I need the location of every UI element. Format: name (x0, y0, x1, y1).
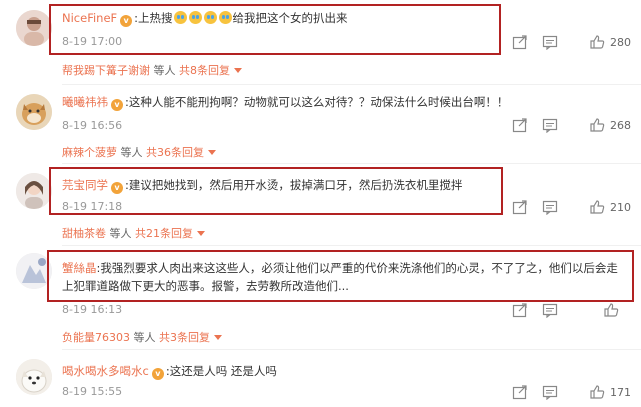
avatar[interactable] (16, 253, 52, 289)
share-icon (512, 118, 527, 133)
reply-username[interactable]: 甜柚茶卷 (62, 227, 106, 240)
share-icon (512, 385, 527, 400)
share-button[interactable] (512, 199, 528, 215)
comment-body: 建议把她找到，然后用开水烫，拔掉满口牙，然后扔洗衣机里搅拌 (128, 178, 463, 192)
divider (62, 349, 641, 350)
timestamp: 8-19 16:56 (62, 119, 123, 132)
crying-emoji-icon (188, 11, 202, 24)
comment-button[interactable] (542, 302, 558, 318)
username[interactable]: 喝水喝水多喝水c (62, 364, 149, 378)
avatar[interactable] (16, 173, 52, 209)
comment-icon (542, 118, 558, 133)
comment-text: 蟹絲晶:我强烈要求人肉出来这这些人，必须让他们以严重的代价来洗涤他们的心灵，不了… (62, 261, 618, 293)
reply-count[interactable]: 共36条回复 (146, 146, 204, 159)
like-button[interactable]: 268 (589, 117, 631, 133)
reply-username[interactable]: 麻辣个菠萝 (62, 146, 117, 159)
share-icon (512, 200, 527, 215)
verified-badge-icon: v (111, 99, 123, 111)
timestamp: 8-19 16:13 (62, 303, 123, 316)
replies-link[interactable]: 麻辣个菠萝 等人 共36条回复 (62, 144, 216, 160)
share-button[interactable] (512, 117, 528, 133)
verified-badge-icon: v (151, 368, 164, 380)
verified-badge-icon: v (120, 15, 133, 27)
share-button[interactable] (512, 302, 528, 318)
comment-text: NiceFineF v:上热搜 给我把这个女的扒出来 (62, 11, 348, 27)
comment-icon (542, 385, 558, 400)
comment-icon (542, 200, 558, 215)
chevron-down-icon (234, 68, 242, 73)
username[interactable]: NiceFineF (62, 11, 117, 25)
verified-badge-icon: v (111, 182, 123, 194)
reply-username[interactable]: 负能量76303 (62, 331, 130, 344)
like-button[interactable]: 171 (589, 384, 631, 400)
like-count: 280 (610, 35, 631, 49)
avatar[interactable] (16, 359, 52, 395)
chevron-down-icon (208, 150, 216, 155)
reply-count[interactable]: 共3条回复 (159, 331, 210, 344)
like-button[interactable]: 210 (589, 199, 631, 215)
like-button[interactable] (603, 302, 619, 318)
comment-icon (542, 35, 558, 50)
thumbs-up-icon (604, 303, 619, 317)
chevron-down-icon (197, 231, 205, 236)
divider (62, 245, 641, 246)
comment-body: 这还是人吗 还是人吗 (169, 364, 277, 378)
like-button[interactable]: 280 (589, 34, 631, 50)
like-count: 268 (610, 118, 631, 132)
comment-button[interactable] (542, 199, 558, 215)
crying-emoji-icon (173, 11, 187, 24)
thumbs-up-icon (590, 35, 605, 49)
comment-text: 喝水喝水多喝水c v:这还是人吗 还是人吗 (62, 364, 277, 380)
username[interactable]: 芫宝同学 (62, 178, 108, 192)
timestamp: 8-19 17:00 (62, 35, 123, 48)
timestamp: 8-19 15:55 (62, 385, 123, 398)
like-count: 171 (610, 385, 631, 399)
share-button[interactable] (512, 384, 528, 400)
thumbs-up-icon (590, 200, 605, 214)
replies-link[interactable]: 帮我踢下篝子谢谢 等人 共8条回复 (62, 62, 242, 78)
avatar[interactable] (16, 94, 52, 130)
reply-count[interactable]: 共8条回复 (179, 64, 230, 77)
comment-body: 给我把这个女的扒出来 (232, 11, 348, 25)
crying-emoji-icon (203, 11, 217, 24)
reply-count[interactable]: 共21条回复 (135, 227, 193, 240)
reply-username[interactable]: 帮我踢下篝子谢谢 (62, 64, 150, 77)
avatar[interactable] (16, 10, 52, 46)
chevron-down-icon (214, 335, 222, 340)
comment-text: 曦曦祎祎 v:这种人能不能刑拘啊？动物就可以这么对待？？动保法什么时候出台啊！！ (62, 95, 509, 111)
comment-body: 上热搜 (138, 11, 173, 25)
replies-link[interactable]: 甜柚茶卷 等人 共21条回复 (62, 225, 205, 241)
thumbs-up-icon (590, 118, 605, 132)
username[interactable]: 曦曦祎祎 (62, 95, 108, 109)
divider (62, 84, 641, 85)
share-icon (512, 303, 527, 318)
replies-link[interactable]: 负能量76303 等人 共3条回复 (62, 329, 222, 345)
comment-text: 芫宝同学 v:建议把她找到，然后用开水烫，拔掉满口牙，然后扔洗衣机里搅拌 (62, 178, 463, 194)
share-icon (512, 35, 527, 50)
share-button[interactable] (512, 34, 528, 50)
comment-button[interactable] (542, 34, 558, 50)
comment-button[interactable] (542, 384, 558, 400)
comment-body: 这种人能不能刑拘啊？动物就可以这么对待？？动保法什么时候出台啊！！ (128, 95, 509, 109)
comment-body: 我强烈要求人肉出来这这些人，必须让他们以严重的代价来洗涤他们的心灵，不了了之，他… (62, 261, 618, 293)
username[interactable]: 蟹絲晶 (62, 261, 97, 275)
like-count: 210 (610, 200, 631, 214)
thumbs-up-icon (590, 385, 605, 399)
comment-button[interactable] (542, 117, 558, 133)
crying-emoji-icon (218, 11, 232, 24)
timestamp: 8-19 17:18 (62, 200, 123, 213)
comment-icon (542, 303, 558, 318)
divider (62, 163, 641, 164)
